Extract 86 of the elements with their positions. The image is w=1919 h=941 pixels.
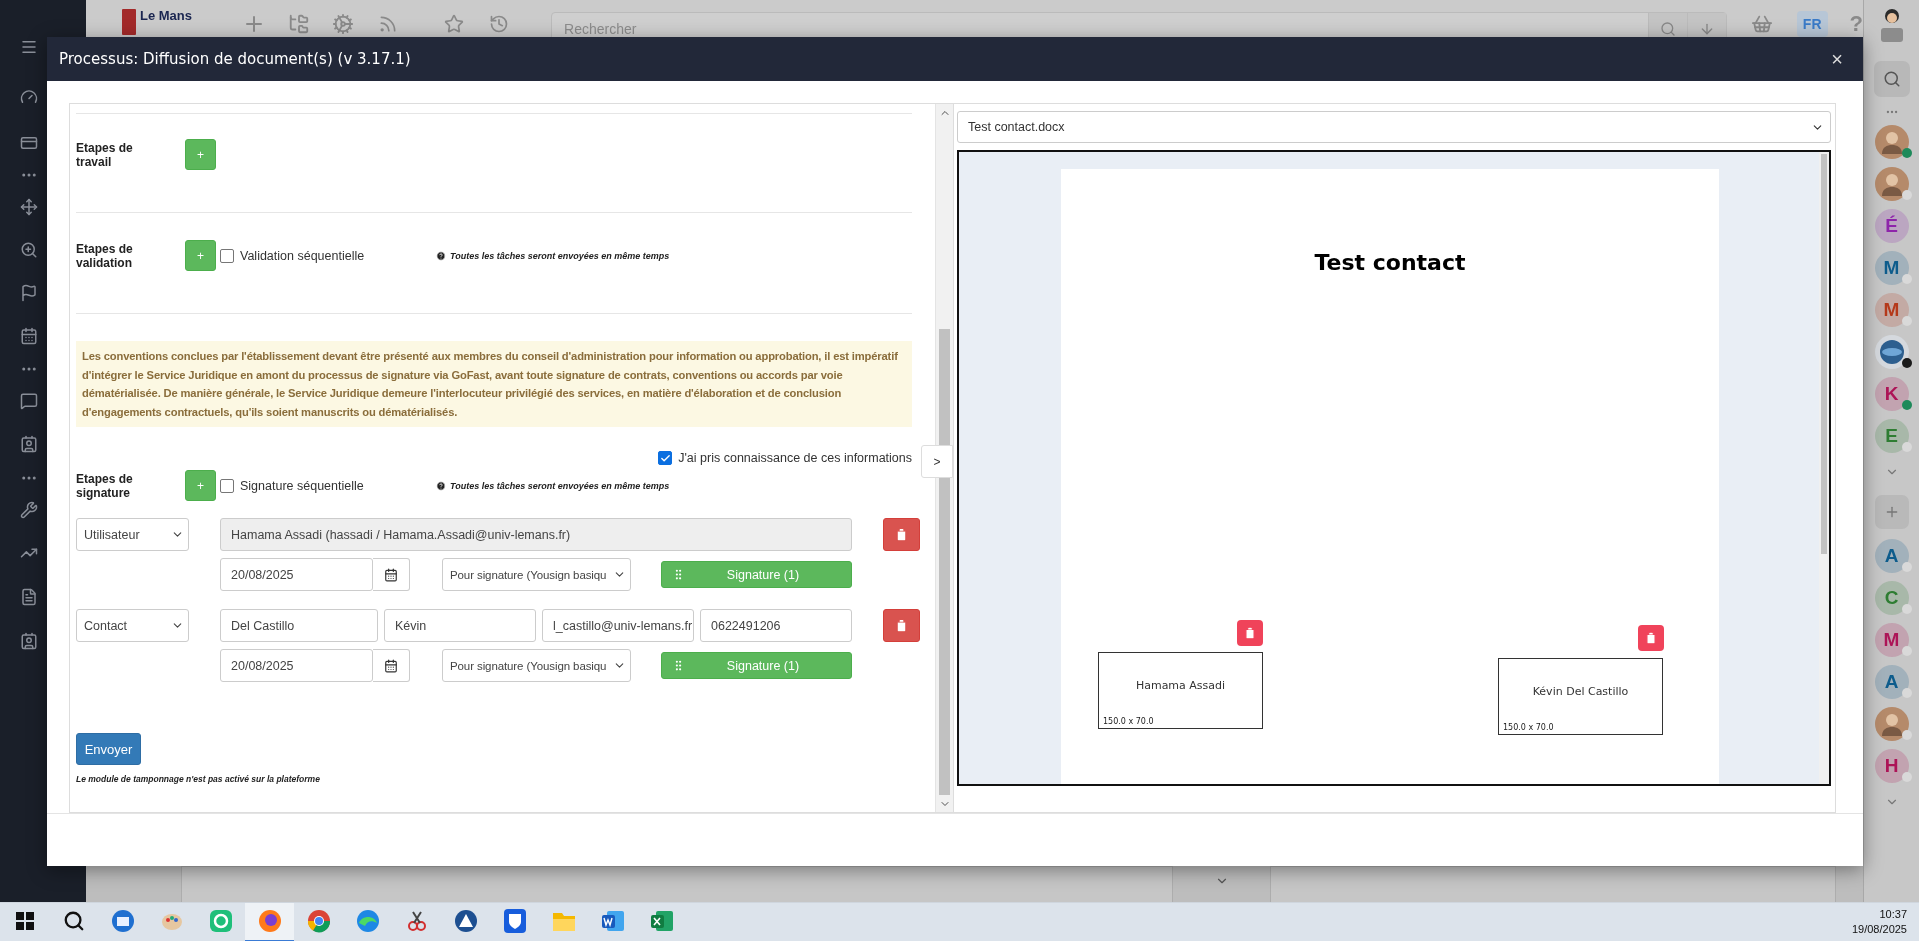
delete-button[interactable] xyxy=(883,609,920,642)
signature-field[interactable]: Hamama Assadi 150.0 x 70.0 xyxy=(1098,652,1263,729)
mode-select[interactable]: Pour signature (Yousign basiqu xyxy=(442,558,631,591)
toggle-button[interactable]: > xyxy=(921,445,953,478)
avatar-initial: H xyxy=(1884,755,1899,777)
signer-type-select[interactable]: Contact xyxy=(76,609,189,642)
trash-icon xyxy=(894,527,909,542)
scrollbar-thumb[interactable] xyxy=(939,329,950,795)
file-select[interactable]: Test contact.docx xyxy=(957,111,1831,143)
zoom-in-icon[interactable] xyxy=(20,240,38,259)
calendar-icon xyxy=(384,567,398,582)
avatar[interactable] xyxy=(1874,335,1909,369)
avatar-initial: A xyxy=(1884,671,1899,693)
flag-icon[interactable] xyxy=(20,283,38,302)
first-name-field[interactable]: Kévin xyxy=(384,609,536,642)
mode-select[interactable]: Pour signature (Yousign basiqu xyxy=(442,649,631,682)
chat-icon[interactable] xyxy=(20,391,38,410)
scrollbar-thumb[interactable] xyxy=(1821,154,1827,554)
contact-icon[interactable] xyxy=(20,435,38,453)
signer-type-select[interactable]: Utilisateur xyxy=(76,518,189,551)
settings-icon[interactable] xyxy=(332,12,355,35)
clock-date: 19/08/2025 xyxy=(1851,922,1907,937)
calendar-icon[interactable] xyxy=(20,327,38,345)
dialog-title: Processus: Diffusion de document(s) (v 3.17.1) xyxy=(59,50,411,68)
star-icon[interactable] xyxy=(444,13,465,34)
gauge-icon[interactable] xyxy=(20,88,38,106)
calendar-button[interactable] xyxy=(373,649,410,682)
clock-time: 10:37 xyxy=(1879,907,1907,922)
legal-notice: Les conventions conclues par l'établissement devant être présenté aux membres du conseil d'administration pour information ou approbation, il est impératif d'intégrer le Service Juridique en amont du processus de signature via GoFast, avant toute signature de contrats, conventions ou accords par voie dématérialisée. De manière générale, le Service Juridique demeure l'interlocuteur privilégié des services, en matière d'élaboration et de conclusion d'engagements contractuels, qu'ils soient manuscrits ou dématérialisés. xyxy=(76,341,912,427)
avatar-initial: E xyxy=(1885,425,1898,447)
delete-button[interactable] xyxy=(1638,625,1664,651)
logo-text: Le Mans xyxy=(140,8,192,23)
user-field[interactable]: Hamama Assadi (hassadi / Hamama.Assadi@univ-lemans.fr) xyxy=(220,518,852,551)
trash-icon xyxy=(1644,631,1658,645)
avatar-initial: M xyxy=(1883,299,1900,321)
avatar-initial: A xyxy=(1884,545,1899,567)
email-field[interactable]: l_castillo@univ-lemans.fr xyxy=(542,609,694,642)
delete-button[interactable] xyxy=(1237,620,1263,646)
date-field[interactable]: 20/08/2025 xyxy=(220,558,373,591)
step-label: Etapes de validation xyxy=(76,241,134,270)
delete-button[interactable] xyxy=(883,518,920,551)
checkbox-label[interactable]: J'ai pris connaissance de ces informations xyxy=(678,451,912,465)
disc-icon xyxy=(1878,339,1905,365)
help-icon xyxy=(436,250,446,261)
close-button[interactable]: × xyxy=(1827,47,1847,71)
avatar-initial: C xyxy=(1884,587,1899,609)
phone-field[interactable]: 0622491206 xyxy=(700,609,852,642)
history-icon[interactable] xyxy=(488,13,509,34)
step-label: Etapes de signature xyxy=(76,471,134,500)
trash-icon xyxy=(1243,626,1257,640)
avatar-initial: M xyxy=(1883,257,1900,279)
folder-tree-icon[interactable] xyxy=(287,12,310,35)
avatar-initial: É xyxy=(1885,215,1898,237)
checkbox[interactable] xyxy=(220,248,234,263)
send-button[interactable]: Envoyer xyxy=(76,733,141,765)
date-field[interactable]: 20/08/2025 xyxy=(220,649,373,682)
note-text: Toutes les tâches seront envoyées en même temps xyxy=(450,480,670,491)
wrench-icon[interactable] xyxy=(20,501,38,519)
checkbox[interactable] xyxy=(658,451,673,465)
avatar-initial: K xyxy=(1884,383,1899,405)
search-icon xyxy=(1882,70,1901,88)
checkbox-label[interactable]: Signature séquentielle xyxy=(240,478,364,493)
calendar-button[interactable] xyxy=(373,558,410,591)
checkbox-label[interactable]: Validation séquentielle xyxy=(240,248,365,263)
person-icon xyxy=(1880,712,1903,736)
avatar-initial: M xyxy=(1883,629,1900,651)
document-heading: Test contact xyxy=(1314,250,1466,275)
person-icon xyxy=(1880,130,1903,154)
trash-icon xyxy=(894,618,909,633)
last-name-field[interactable]: Del Castillo xyxy=(220,609,378,642)
logo-icon xyxy=(122,8,136,35)
signature-field[interactable]: Kévin Del Castillo 150.0 x 70.0 xyxy=(1498,658,1663,735)
person-icon xyxy=(1880,172,1903,196)
move-icon[interactable] xyxy=(20,198,38,216)
calendar-icon xyxy=(384,658,398,673)
step-label: Etapes de travail xyxy=(76,140,134,169)
document-icon[interactable] xyxy=(20,588,38,606)
note-text: Toutes les tâches seront envoyées en même temps xyxy=(450,250,670,261)
footnote: Le module de tamponnage n'est pas activé sur la plateforme xyxy=(76,774,321,784)
help-icon xyxy=(436,480,446,491)
search-button[interactable] xyxy=(1873,61,1910,97)
globe-icon[interactable] xyxy=(245,902,294,941)
card-icon[interactable] xyxy=(20,134,38,152)
contact-icon[interactable] xyxy=(20,632,38,650)
menu-icon[interactable] xyxy=(20,38,38,56)
checkbox[interactable] xyxy=(220,478,234,493)
